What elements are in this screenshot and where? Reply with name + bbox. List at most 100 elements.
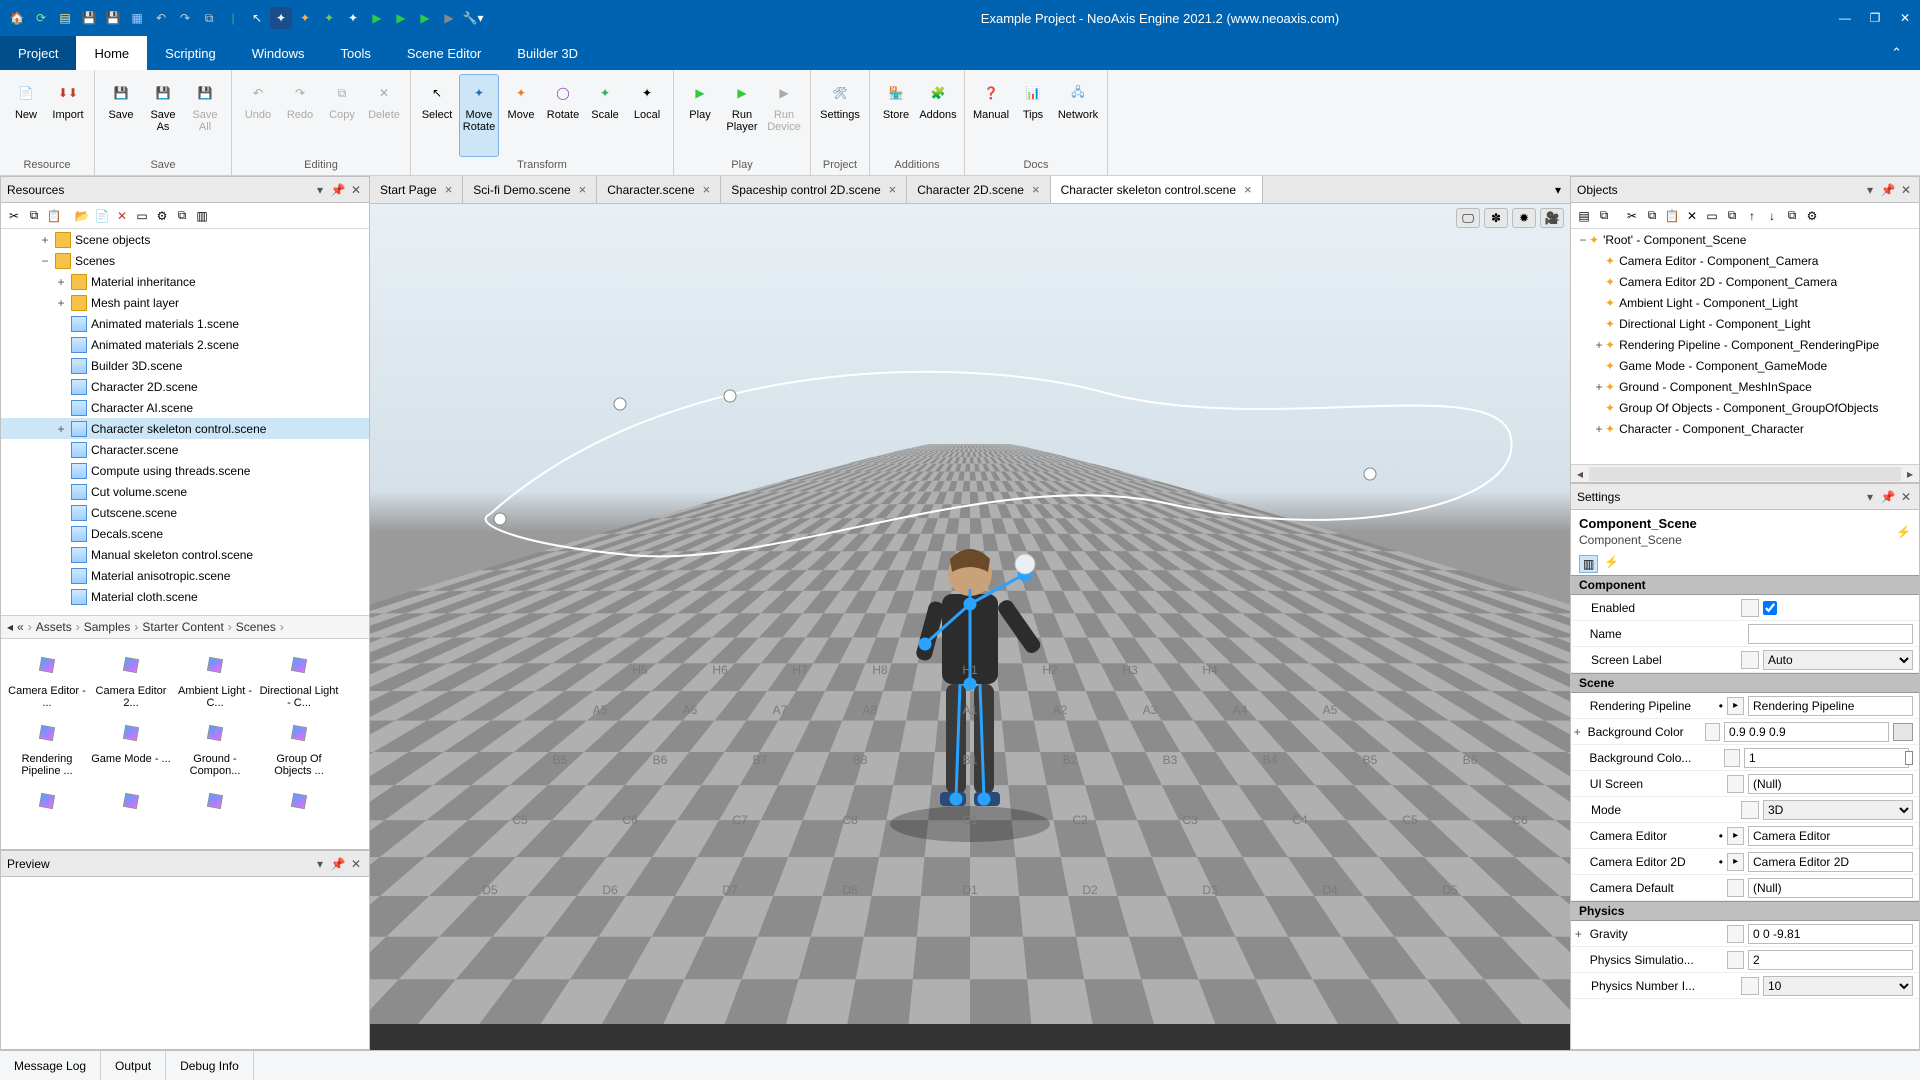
- resources-header[interactable]: Resources ▾ 📌 ✕: [1, 177, 369, 203]
- qat-home-icon[interactable]: 🏠: [6, 7, 28, 29]
- mode-select[interactable]: 3D: [1763, 800, 1913, 820]
- viewport-camera-icon[interactable]: 🎥: [1540, 208, 1564, 228]
- section-physics[interactable]: Physics: [1571, 901, 1919, 921]
- document-tab[interactable]: Sci-fi Demo.scene×: [463, 176, 597, 203]
- object-tree-row[interactable]: ✦Group Of Objects - Component_GroupOfObj…: [1571, 397, 1919, 418]
- object-tree-row[interactable]: +✦Ground - Component_MeshInSpace: [1571, 376, 1919, 397]
- tree-row[interactable]: Character AI.scene: [1, 397, 369, 418]
- rotate-button[interactable]: ◯Rotate: [543, 74, 583, 157]
- tab-close-icon[interactable]: ×: [1244, 182, 1252, 197]
- obj-open-icon[interactable]: ⧉: [1595, 207, 1613, 225]
- qat-axis1-icon[interactable]: ✦: [270, 7, 292, 29]
- object-tree-row[interactable]: ✦Ambient Light - Component_Light: [1571, 292, 1919, 313]
- ref-button[interactable]: ▸: [1727, 853, 1744, 871]
- save-as-button[interactable]: 💾Save As: [143, 74, 183, 157]
- obj-paste-icon[interactable]: 📋: [1663, 207, 1681, 225]
- status-debug-info[interactable]: Debug Info: [166, 1051, 254, 1080]
- camera-editor-2d-input[interactable]: [1748, 852, 1913, 872]
- thumbnail[interactable]: Ambient Light - C...: [175, 645, 255, 709]
- tree-row[interactable]: Decals.scene: [1, 523, 369, 544]
- tree-row[interactable]: −Scenes: [1, 250, 369, 271]
- tab-scripting[interactable]: Scripting: [147, 36, 234, 70]
- physics-num-select[interactable]: 10: [1763, 976, 1913, 996]
- thumbnail[interactable]: [175, 781, 255, 845]
- obj-dup-icon[interactable]: ⧉: [1723, 207, 1741, 225]
- object-tree-row[interactable]: −✦'Root' - Component_Scene: [1571, 229, 1919, 250]
- object-tree-row[interactable]: ✦Game Mode - Component_GameMode: [1571, 355, 1919, 376]
- qat-axis3-icon[interactable]: ✦: [318, 7, 340, 29]
- obj-rename-icon[interactable]: ▭: [1703, 207, 1721, 225]
- panel-close-icon[interactable]: ✕: [349, 857, 363, 871]
- qat-newfile-icon[interactable]: ▤: [54, 7, 76, 29]
- tab-overflow-icon[interactable]: ▾: [1546, 176, 1570, 203]
- settings-header[interactable]: Settings ▾ 📌 ✕: [1571, 484, 1919, 510]
- object-tree-row[interactable]: ✦Camera Editor - Component_Camera: [1571, 250, 1919, 271]
- object-tree-row[interactable]: ✦Camera Editor 2D - Component_Camera: [1571, 271, 1919, 292]
- expand-icon[interactable]: +: [1571, 927, 1586, 941]
- qat-saveall-icon[interactable]: 💾: [102, 7, 124, 29]
- document-tab[interactable]: Character skeleton control.scene×: [1051, 176, 1263, 203]
- scale-button[interactable]: ✦Scale: [585, 74, 625, 157]
- component-events-icon[interactable]: ⚡: [1604, 555, 1619, 573]
- object-tree-row[interactable]: +✦Rendering Pipeline - Component_Renderi…: [1571, 334, 1919, 355]
- tree-row[interactable]: Character.scene: [1, 439, 369, 460]
- objects-tree[interactable]: −✦'Root' - Component_Scene✦Camera Editor…: [1571, 229, 1919, 464]
- section-component[interactable]: Component: [1571, 575, 1919, 595]
- tree-row[interactable]: Cutscene.scene: [1, 502, 369, 523]
- ui-screen-input[interactable]: [1748, 774, 1913, 794]
- document-tab[interactable]: Spaceship control 2D.scene×: [721, 176, 907, 203]
- play-button[interactable]: ▶Play: [680, 74, 720, 157]
- tree-row[interactable]: Compute using threads.scene: [1, 460, 369, 481]
- breadcrumb-item[interactable]: Assets: [36, 620, 72, 634]
- breadcrumb-back[interactable]: ◂: [7, 620, 13, 634]
- tips-button[interactable]: 📊Tips: [1013, 74, 1053, 157]
- breadcrumb-item[interactable]: «: [17, 620, 24, 634]
- ref-button[interactable]: [1727, 879, 1744, 897]
- tab-scene-editor[interactable]: Scene Editor: [389, 36, 499, 70]
- ref-button[interactable]: [1741, 599, 1759, 617]
- camera-editor-input[interactable]: [1748, 826, 1913, 846]
- rendering-pipeline-input[interactable]: [1748, 696, 1913, 716]
- scroll-left-icon[interactable]: ◂: [1571, 467, 1589, 481]
- name-input[interactable]: [1748, 624, 1913, 644]
- run-player-button[interactable]: ▶Run Player: [722, 74, 762, 157]
- qat-copy-icon[interactable]: ⧉: [198, 7, 220, 29]
- save-all-button[interactable]: 💾Save All: [185, 74, 225, 157]
- panel-close-icon[interactable]: ✕: [349, 183, 363, 197]
- undo-button[interactable]: ↶Undo: [238, 74, 278, 157]
- bg-color-input[interactable]: [1724, 722, 1889, 742]
- qat-play1-icon[interactable]: ▶: [366, 7, 388, 29]
- save-button[interactable]: 💾Save: [101, 74, 141, 157]
- more-icon[interactable]: ▥: [193, 207, 211, 225]
- maximize-button[interactable]: ❐: [1860, 0, 1890, 36]
- tab-close-icon[interactable]: ×: [703, 182, 711, 197]
- tree-row[interactable]: +Material inheritance: [1, 271, 369, 292]
- breadcrumb[interactable]: ◂«›Assets›Samples›Starter Content›Scenes…: [1, 615, 369, 639]
- store-button[interactable]: 🏪Store: [876, 74, 916, 157]
- thumbnail[interactable]: Group Of Objects ...: [259, 713, 339, 777]
- resources-thumbnails[interactable]: Camera Editor - ...Camera Editor 2...Amb…: [1, 639, 369, 849]
- thumbnail[interactable]: Camera Editor - ...: [7, 645, 87, 709]
- thumbnail[interactable]: Directional Light - C...: [259, 645, 339, 709]
- local-button[interactable]: ✦Local: [627, 74, 667, 157]
- obj-more-icon[interactable]: ⧉: [1783, 207, 1801, 225]
- ref-button[interactable]: [1741, 651, 1759, 669]
- object-tree-row[interactable]: +✦Character - Component_Character: [1571, 418, 1919, 439]
- tree-row[interactable]: +Mesh paint layer: [1, 292, 369, 313]
- addons-button[interactable]: 🧩Addons: [918, 74, 958, 157]
- bg-color-mult-input[interactable]: [1744, 748, 1909, 768]
- obj-copy-icon[interactable]: ⧉: [1643, 207, 1661, 225]
- thumbnail[interactable]: [7, 781, 87, 845]
- thumbnail[interactable]: [259, 781, 339, 845]
- tree-row[interactable]: Material cloth.scene: [1, 586, 369, 607]
- qat-play3-icon[interactable]: ▶: [414, 7, 436, 29]
- ref-button[interactable]: [1727, 775, 1744, 793]
- paste-icon[interactable]: 📋: [45, 207, 63, 225]
- tree-row[interactable]: Manual skeleton control.scene: [1, 544, 369, 565]
- breadcrumb-item[interactable]: Starter Content: [142, 620, 223, 634]
- select-button[interactable]: ↖Select: [417, 74, 457, 157]
- new-file-icon[interactable]: 📄: [93, 207, 111, 225]
- document-tab[interactable]: Character.scene×: [597, 176, 721, 203]
- ref-button[interactable]: [1727, 951, 1744, 969]
- document-tab[interactable]: Start Page×: [370, 176, 463, 203]
